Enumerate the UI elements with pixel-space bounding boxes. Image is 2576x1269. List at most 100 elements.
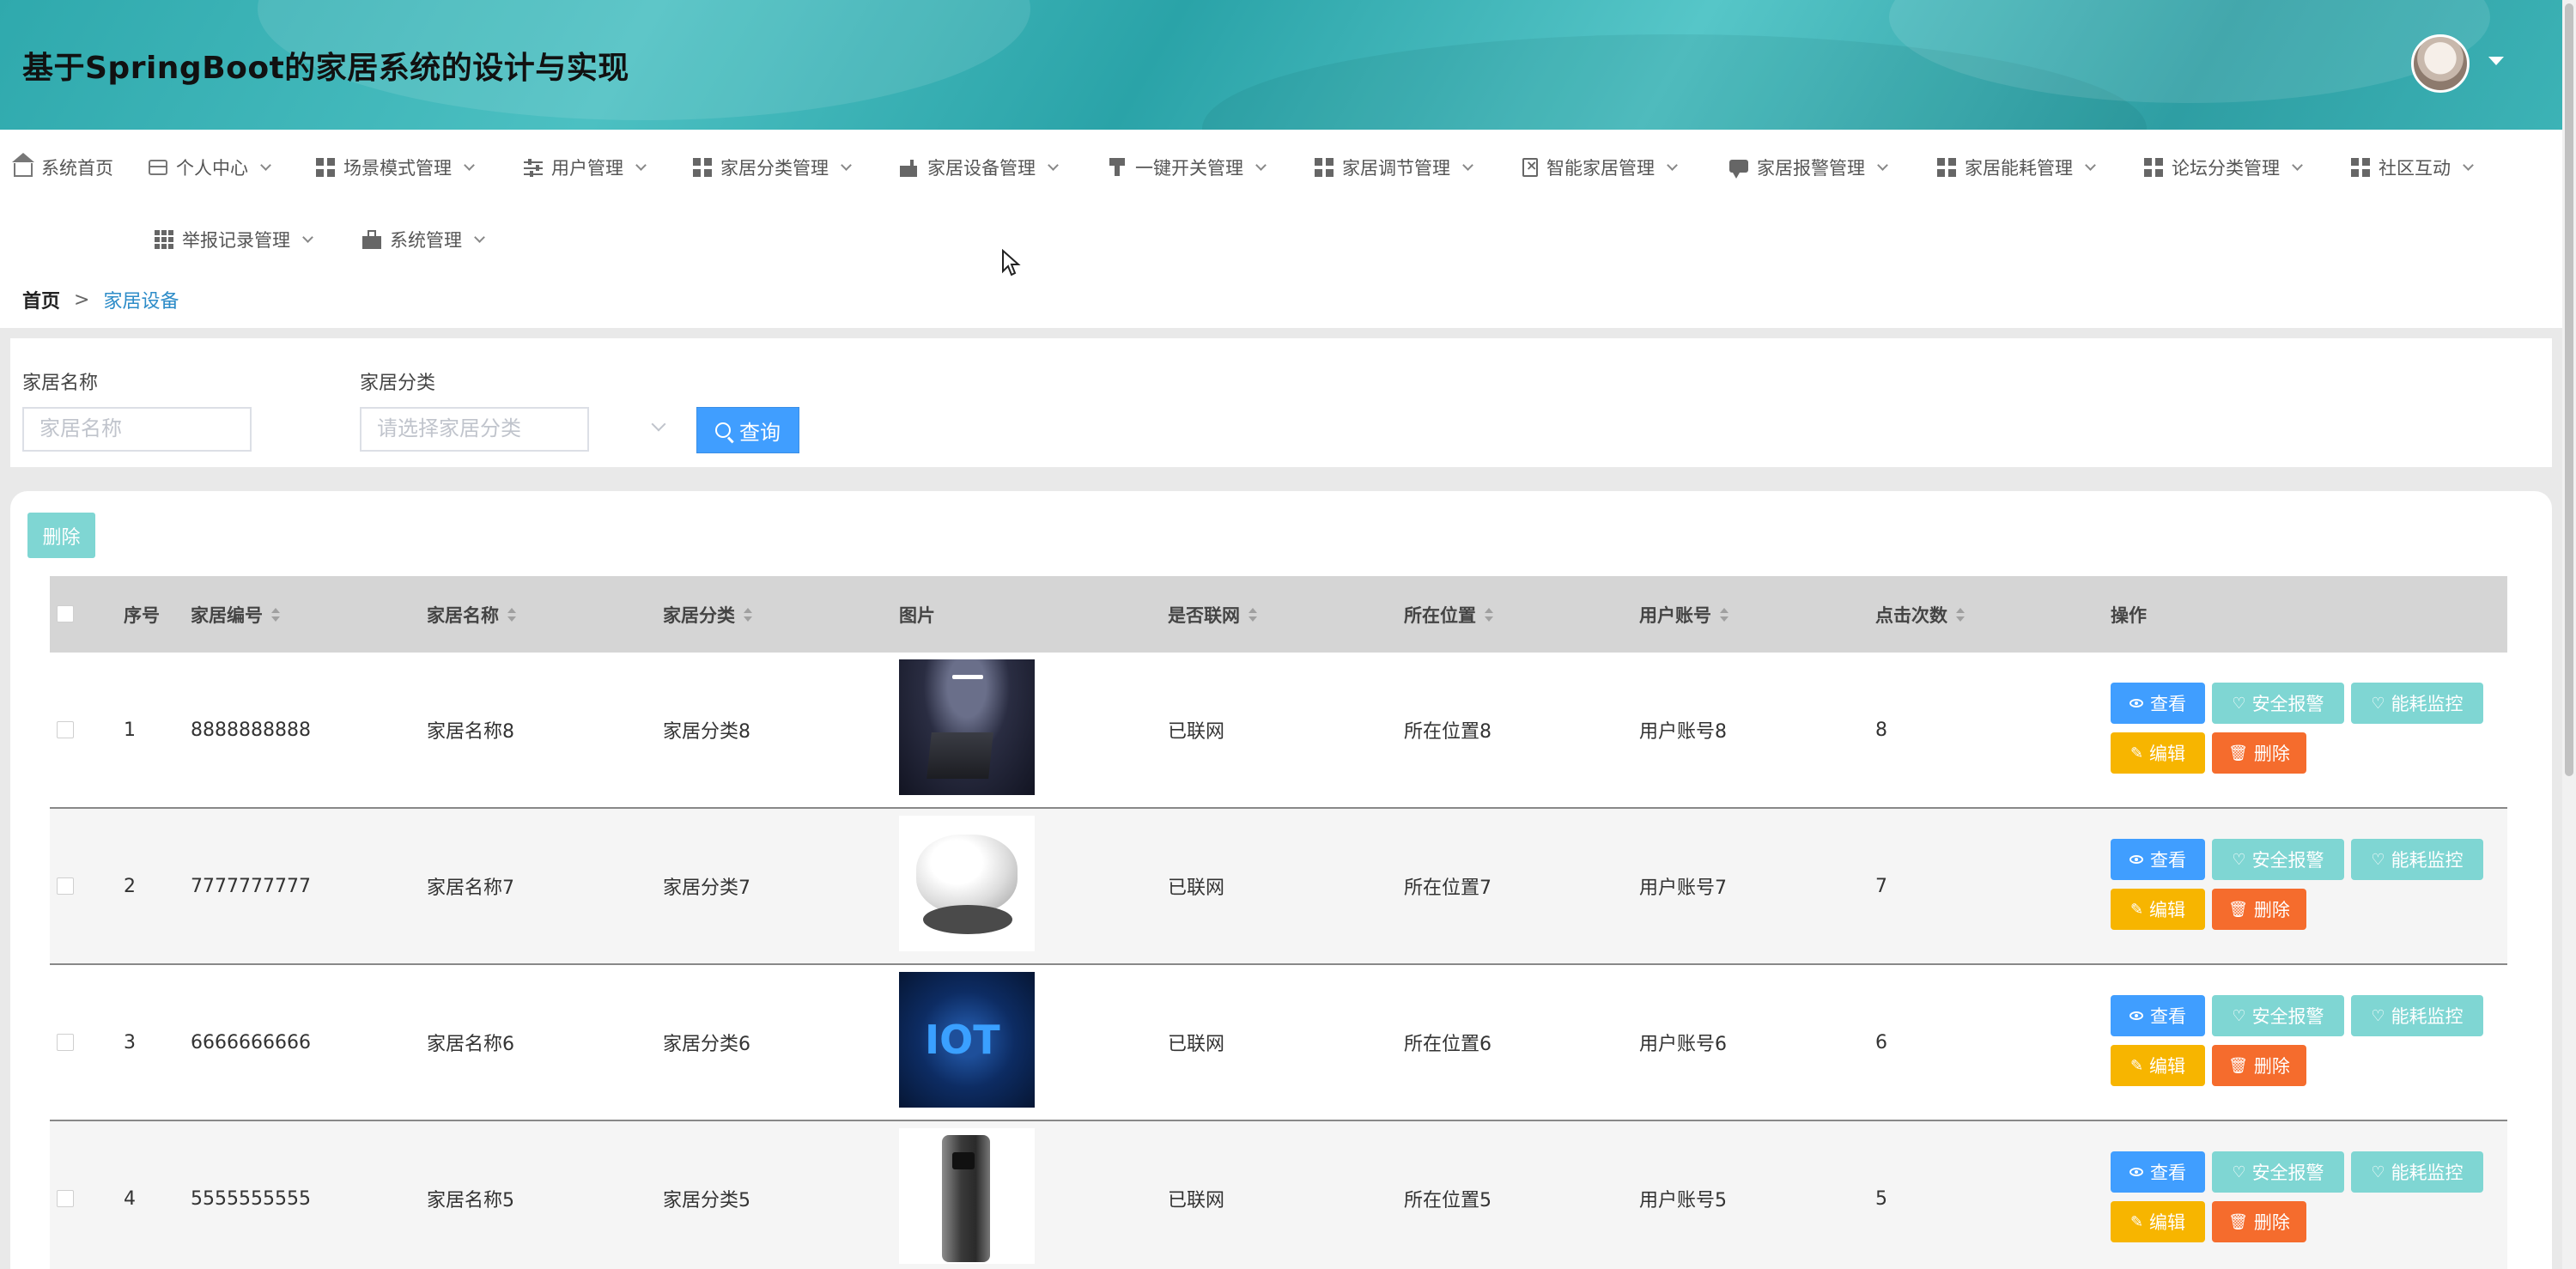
- batch-delete-button[interactable]: 删除: [27, 513, 95, 558]
- nav-item-label: 家居报警管理: [1757, 158, 1865, 179]
- delete-button[interactable]: 🗑 删除: [2212, 889, 2306, 930]
- view-button[interactable]: 查看: [2111, 1151, 2205, 1193]
- safety-alarm-button[interactable]: ♡ 安全报警: [2212, 683, 2344, 724]
- top-nav-menu: 系统首页 个人中心 场景模式管理 用户管理 家居分类管理 家居设备管理 一键开关…: [0, 130, 2562, 286]
- chevron-down-icon: [464, 159, 475, 171]
- nav-item-system-management[interactable]: 系统管理: [362, 222, 485, 257]
- safety-alarm-button[interactable]: ♡ 安全报警: [2212, 995, 2344, 1036]
- nav-item-forum-category[interactable]: 论坛分类管理: [2144, 150, 2303, 185]
- energy-monitor-button[interactable]: ♡ 能耗监控: [2351, 995, 2483, 1036]
- energy-monitor-button[interactable]: ♡ 能耗监控: [2351, 683, 2483, 724]
- chevron-down-icon: [1255, 159, 1267, 171]
- sort-icon[interactable]: [744, 607, 752, 622]
- nav-item-scene-mode[interactable]: 场景模式管理: [316, 150, 475, 185]
- breadcrumb-home[interactable]: 首页: [22, 286, 60, 313]
- cell-account: 用户账号8: [1639, 721, 1727, 743]
- sort-icon[interactable]: [1720, 607, 1728, 622]
- view-button[interactable]: 查看: [2111, 995, 2205, 1036]
- chevron-down-icon[interactable]: [2488, 57, 2504, 65]
- device-image[interactable]: [899, 1128, 1035, 1264]
- header-online[interactable]: 是否联网: [1168, 576, 1257, 653]
- delete-button[interactable]: 🗑 删除: [2212, 1045, 2306, 1086]
- row-checkbox[interactable]: [57, 721, 74, 738]
- view-button[interactable]: 查看: [2111, 683, 2205, 724]
- trash-icon: 🗑: [2228, 744, 2248, 762]
- name-search-input[interactable]: [22, 407, 252, 452]
- nav-item-user-management[interactable]: 用户管理: [524, 150, 647, 185]
- select-all-checkbox[interactable]: [57, 605, 74, 622]
- energy-monitor-button[interactable]: ♡ 能耗监控: [2351, 839, 2483, 880]
- device-image[interactable]: [899, 972, 1035, 1108]
- cell-category: 家居分类5: [663, 1190, 750, 1211]
- nav-item-community[interactable]: 社区互动: [2351, 150, 2474, 185]
- query-button[interactable]: 查询: [696, 407, 799, 453]
- search-icon: [715, 422, 731, 438]
- safety-alarm-button[interactable]: ♡ 安全报警: [2212, 839, 2344, 880]
- safety-alarm-button[interactable]: ♡ 安全报警: [2212, 1151, 2344, 1193]
- eye-icon: [2129, 699, 2143, 707]
- edit-button[interactable]: ✎ 编辑: [2111, 889, 2205, 930]
- vertical-scrollbar[interactable]: [2562, 0, 2576, 1269]
- header-code[interactable]: 家居编号: [191, 576, 280, 653]
- category-filter-label: 家居分类: [360, 373, 436, 394]
- edit-button[interactable]: ✎ 编辑: [2111, 1045, 2205, 1086]
- grid-icon: [2144, 158, 2163, 177]
- nav-item-label: 个人中心: [176, 158, 248, 179]
- app-title: 基于SpringBoot的家居系统的设计与实现: [22, 51, 629, 86]
- row-checkbox[interactable]: [57, 1034, 74, 1051]
- sort-icon[interactable]: [1249, 607, 1257, 622]
- user-avatar[interactable]: [2411, 34, 2470, 93]
- row-checkbox[interactable]: [57, 1190, 74, 1207]
- cell-name: 家居名称6: [427, 1034, 514, 1055]
- cell-online: 已联网: [1168, 877, 1225, 899]
- sort-icon[interactable]: [1956, 607, 1965, 622]
- cell-clicks: 6: [1875, 1031, 1887, 1053]
- breadcrumb-separator: >: [74, 288, 90, 311]
- header-account[interactable]: 用户账号: [1639, 576, 1728, 653]
- chevron-down-icon: [2463, 159, 2474, 171]
- nav-item-switch-management[interactable]: 一键开关管理: [1108, 150, 1267, 185]
- category-select[interactable]: [360, 407, 589, 452]
- delete-button[interactable]: 🗑 删除: [2212, 1201, 2306, 1242]
- header-location[interactable]: 所在位置: [1404, 576, 1493, 653]
- chevron-down-icon: [2292, 159, 2303, 171]
- delete-button[interactable]: 🗑 删除: [2212, 732, 2306, 774]
- nav-item-personal-center[interactable]: 个人中心: [149, 150, 271, 185]
- energy-monitor-button[interactable]: ♡ 能耗监控: [2351, 1151, 2483, 1193]
- nav-item-smart-home-management[interactable]: 智能家居管理: [1522, 150, 1678, 185]
- chevron-down-icon: [302, 231, 313, 243]
- chevron-down-icon: [1462, 159, 1473, 171]
- sort-icon[interactable]: [1485, 607, 1493, 622]
- nav-item-report-records[interactable]: 举报记录管理: [155, 222, 313, 257]
- nav-item-home[interactable]: 系统首页: [12, 150, 113, 185]
- breadcrumb-current: 家居设备: [103, 291, 179, 313]
- heart-icon: ♡: [2232, 1006, 2246, 1025]
- cell-account: 用户账号6: [1639, 1034, 1727, 1055]
- sort-icon[interactable]: [507, 607, 516, 622]
- heart-icon: ♡: [2232, 1163, 2246, 1181]
- nav-item-device-management[interactable]: 家居设备管理: [900, 150, 1059, 185]
- edit-button[interactable]: ✎ 编辑: [2111, 1201, 2205, 1242]
- sort-icon[interactable]: [271, 607, 280, 622]
- header-clicks[interactable]: 点击次数: [1875, 576, 1965, 653]
- nav-item-adjust-management[interactable]: 家居调节管理: [1315, 150, 1473, 185]
- heart-icon: ♡: [2232, 694, 2246, 713]
- nav-item-energy-management[interactable]: 家居能耗管理: [1937, 150, 2096, 185]
- cell-code: 6666666666: [191, 1031, 311, 1053]
- device-image[interactable]: [899, 659, 1035, 795]
- scrollbar-thumb[interactable]: [2565, 3, 2573, 776]
- nav-item-category-management[interactable]: 家居分类管理: [693, 150, 852, 185]
- chevron-down-icon: [1048, 159, 1059, 171]
- nav-item-alarm-management[interactable]: 家居报警管理: [1729, 150, 1888, 185]
- grid9-icon: [155, 230, 173, 249]
- cell-location: 所在位置8: [1404, 721, 1492, 743]
- chevron-down-icon: [841, 159, 852, 171]
- view-button[interactable]: 查看: [2111, 839, 2205, 880]
- device-image[interactable]: [899, 816, 1035, 951]
- chevron-down-icon: [1667, 159, 1678, 171]
- row-checkbox[interactable]: [57, 877, 74, 895]
- header-name[interactable]: 家居名称: [427, 576, 516, 653]
- breadcrumb: 首页 > 家居设备: [22, 286, 179, 313]
- edit-button[interactable]: ✎ 编辑: [2111, 732, 2205, 774]
- header-category[interactable]: 家居分类: [663, 576, 752, 653]
